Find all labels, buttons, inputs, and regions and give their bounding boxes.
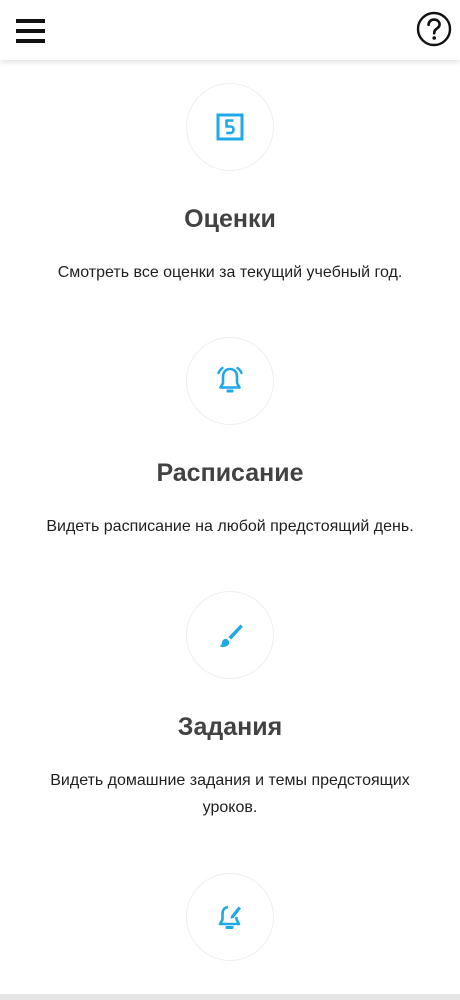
brush-icon	[219, 624, 243, 647]
feature-icon-circle	[186, 337, 274, 425]
feature-icon-circle	[186, 873, 274, 961]
feature-description: Смотреть все оценки за текущий учебный г…	[57, 264, 403, 281]
feature-title: Оценки	[184, 205, 276, 233]
feature-title: Задания	[177, 713, 283, 741]
help-button[interactable]	[416, 11, 452, 47]
hamburger-menu-icon	[16, 19, 45, 43]
feature-icon-circle	[186, 83, 274, 171]
feature-description: Видеть расписание на любой предстоящий д…	[46, 518, 414, 535]
feature-icon-circle	[186, 591, 274, 679]
bell-edit-icon	[218, 905, 241, 929]
scroll-bottom-edge	[0, 994, 460, 1000]
bell-icon	[217, 366, 243, 393]
feature-description: Видеть домашние задания и темы предстоящ…	[50, 772, 410, 816]
menu-button[interactable]	[16, 17, 46, 45]
feature-title: Расписание	[156, 459, 304, 487]
screen: Оценки Смотреть все оценки за текущий уч…	[0, 0, 460, 1000]
help-question-icon	[416, 11, 452, 47]
grade-five-icon	[216, 113, 244, 141]
top-app-bar	[0, 0, 460, 60]
